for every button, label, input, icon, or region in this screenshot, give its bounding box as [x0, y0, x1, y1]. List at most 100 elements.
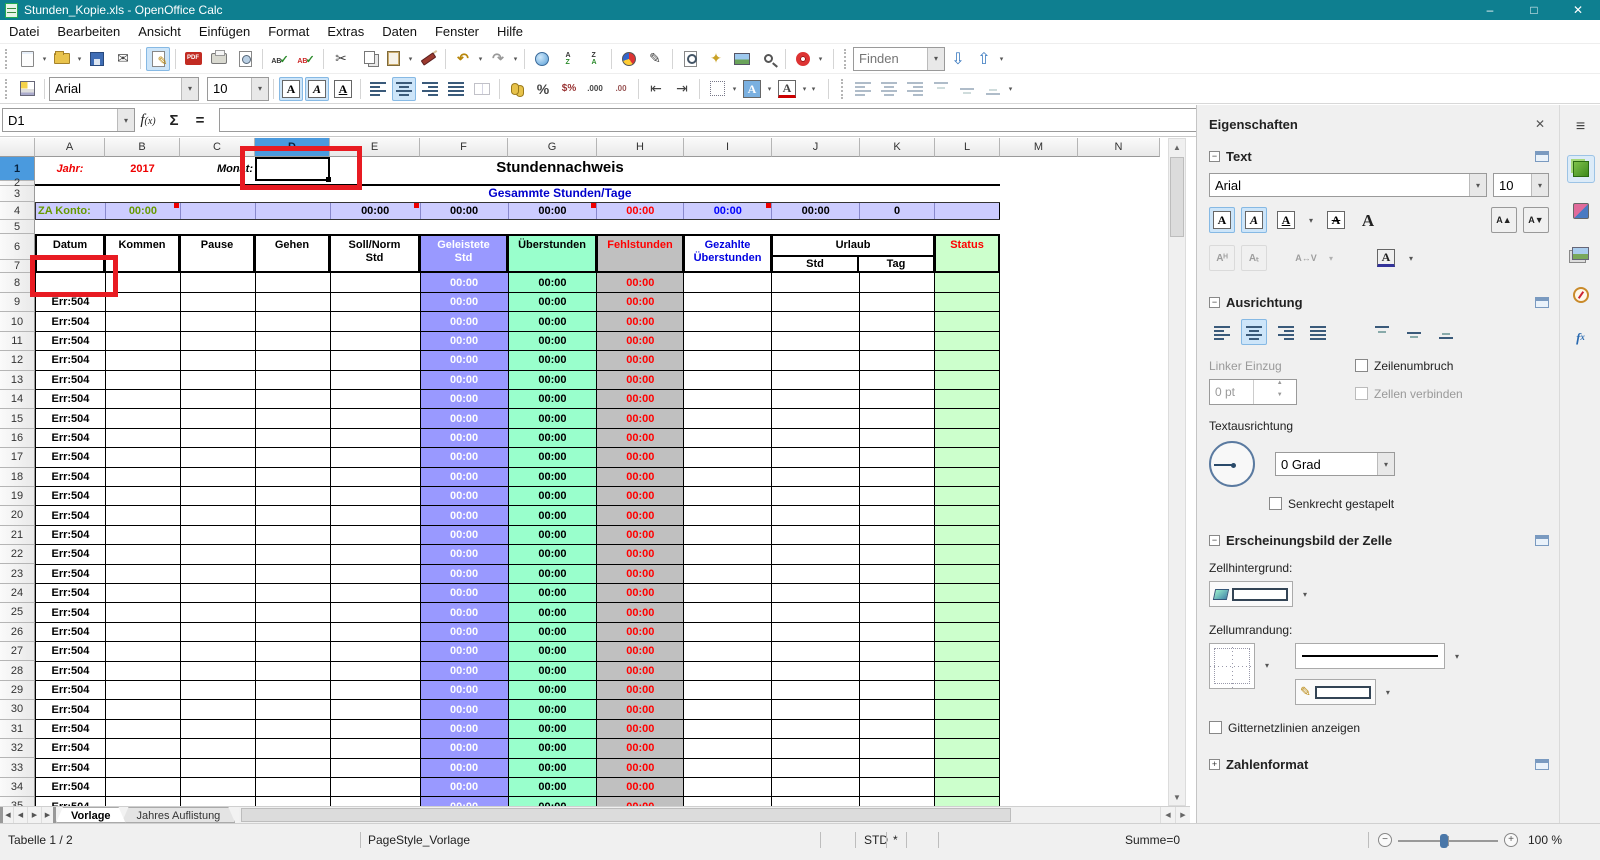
cell-L22[interactable] — [935, 545, 1000, 564]
help-icon[interactable] — [791, 47, 815, 71]
cell-D20[interactable] — [256, 506, 331, 525]
cell-H33[interactable]: 00:00 — [597, 759, 684, 778]
cell-L26[interactable] — [935, 623, 1000, 642]
find-dropdown[interactable]: ▾ — [927, 48, 944, 70]
cell-H19[interactable]: 00:00 — [597, 487, 684, 506]
menu-item-4[interactable]: Format — [259, 21, 318, 42]
cell-G8[interactable]: 00:00 — [509, 273, 598, 293]
line-color-button[interactable]: ✎ — [1295, 679, 1376, 705]
cell-D35[interactable] — [256, 797, 331, 806]
cell-D34[interactable] — [256, 778, 331, 797]
menu-item-8[interactable]: Hilfe — [488, 21, 532, 42]
cell-F30[interactable]: 00:00 — [421, 700, 509, 719]
cell-E28[interactable] — [331, 662, 421, 681]
cell-B13[interactable] — [106, 371, 181, 390]
cell-L32[interactable] — [935, 739, 1000, 758]
cell-K31[interactable] — [860, 720, 935, 739]
align-left-icon[interactable] — [366, 77, 390, 101]
cell-K22[interactable] — [860, 545, 935, 564]
cell-H15[interactable]: 00:00 — [597, 409, 684, 428]
table-header-row[interactable]: Datum Kommen Pause Gehen Soll/NormStd Ge… — [35, 234, 1000, 273]
cell-H29[interactable]: 00:00 — [597, 681, 684, 700]
grid-row-25[interactable]: Err:50400:0000:0000:00 — [35, 603, 1000, 622]
grid-row-23[interactable]: Err:50400:0000:0000:00 — [35, 565, 1000, 584]
undo-dropdown[interactable]: ▾ — [476, 48, 485, 70]
minimize-button[interactable]: – — [1468, 0, 1512, 20]
cut-icon[interactable]: ✂ — [329, 47, 353, 71]
column-header-A[interactable]: A — [35, 138, 105, 157]
cell-J26[interactable] — [772, 623, 860, 642]
sidebar-menu-icon[interactable]: ≡ — [1567, 113, 1595, 141]
cell-C22[interactable] — [181, 545, 256, 564]
cell-D9[interactable] — [256, 293, 331, 312]
cell-A28[interactable]: Err:504 — [36, 662, 106, 681]
redo-icon[interactable]: ↷ — [486, 47, 510, 71]
header-urlaub-std[interactable]: Std — [773, 257, 859, 271]
sidebar-align-left-icon[interactable] — [1209, 319, 1235, 345]
spellcheck-icon[interactable] — [268, 47, 292, 71]
function-wizard-icon[interactable]: f(x) — [135, 112, 161, 129]
horizontal-scroll-thumb[interactable] — [241, 808, 1011, 822]
cell-L19[interactable] — [935, 487, 1000, 506]
underline-icon[interactable]: A — [331, 77, 355, 101]
cell-D32[interactable] — [256, 739, 331, 758]
copy-icon[interactable] — [355, 47, 379, 71]
cell-D33[interactable] — [256, 759, 331, 778]
sidebar-font-color-dropdown[interactable]: ▾ — [1405, 254, 1417, 263]
cell-G9[interactable]: 00:00 — [509, 293, 598, 312]
grid-row-9[interactable]: Err:50400:0000:0000:00 — [35, 293, 1000, 312]
close-button[interactable]: ✕ — [1556, 0, 1600, 20]
cell-J4[interactable]: 00:00 — [772, 203, 860, 219]
cell-J11[interactable] — [772, 332, 860, 351]
wrap-text-option[interactable]: Zeilenumbruch — [1355, 359, 1463, 373]
row-header-17[interactable]: 17 — [0, 448, 35, 467]
cell-C15[interactable] — [181, 409, 256, 428]
cell-E27[interactable] — [331, 642, 421, 661]
cell-L20[interactable] — [935, 506, 1000, 525]
cell-C16[interactable] — [181, 429, 256, 448]
select-all-corner[interactable] — [0, 138, 35, 157]
grid-row-11[interactable]: Err:50400:0000:0000:00 — [35, 332, 1000, 351]
find-previous-icon[interactable]: ⇧ — [972, 47, 996, 71]
insert-mode[interactable]: STD — [864, 833, 888, 847]
cell-F13[interactable]: 00:00 — [421, 371, 509, 390]
cell-B16[interactable] — [106, 429, 181, 448]
cell-C17[interactable] — [181, 448, 256, 467]
cell-G12[interactable]: 00:00 — [509, 351, 598, 370]
cell-G4[interactable]: 00:00 — [509, 203, 598, 219]
cell-G16[interactable]: 00:00 — [509, 429, 598, 448]
row-header-32[interactable]: 32 — [0, 739, 35, 758]
cell-F14[interactable]: 00:00 — [421, 390, 509, 409]
cell-E26[interactable] — [331, 623, 421, 642]
cell-E20[interactable] — [331, 506, 421, 525]
cell-G35[interactable]: 00:00 — [509, 797, 598, 806]
stacked-checkbox[interactable] — [1269, 497, 1282, 510]
cell-E24[interactable] — [331, 584, 421, 603]
percent-format-icon[interactable]: % — [531, 77, 555, 101]
cell-H27[interactable]: 00:00 — [597, 642, 684, 661]
properties-tab-icon[interactable] — [1567, 155, 1595, 183]
row-header-15[interactable]: 15 — [0, 409, 35, 428]
cell-B23[interactable] — [106, 565, 181, 584]
cell-B19[interactable] — [106, 487, 181, 506]
stacked-option[interactable]: Senkrecht gestapelt — [1269, 497, 1549, 511]
row-header-28[interactable]: 28 — [0, 661, 35, 680]
vertical-scrollbar[interactable]: ▲ ▼ — [1168, 138, 1186, 806]
cell-G18[interactable]: 00:00 — [509, 468, 598, 487]
cell-H20[interactable]: 00:00 — [597, 506, 684, 525]
collapse-icon[interactable]: − — [1209, 297, 1220, 308]
page-style[interactable]: PageStyle_Vorlage — [368, 833, 470, 847]
cell-I21[interactable] — [684, 526, 772, 545]
cell-D16[interactable] — [256, 429, 331, 448]
sum-display[interactable]: Summe=0 — [1125, 833, 1180, 847]
styles-icon[interactable] — [15, 77, 39, 101]
cell-J35[interactable] — [772, 797, 860, 806]
grid-row-14[interactable]: Err:50400:0000:0000:00 — [35, 390, 1000, 409]
cell-G22[interactable]: 00:00 — [509, 545, 598, 564]
cell-I14[interactable] — [684, 390, 772, 409]
row-header-20[interactable]: 20 — [0, 506, 35, 525]
cell-K34[interactable] — [860, 778, 935, 797]
cell-D28[interactable] — [256, 662, 331, 681]
insert-chart-icon[interactable] — [617, 47, 641, 71]
cell-C19[interactable] — [181, 487, 256, 506]
